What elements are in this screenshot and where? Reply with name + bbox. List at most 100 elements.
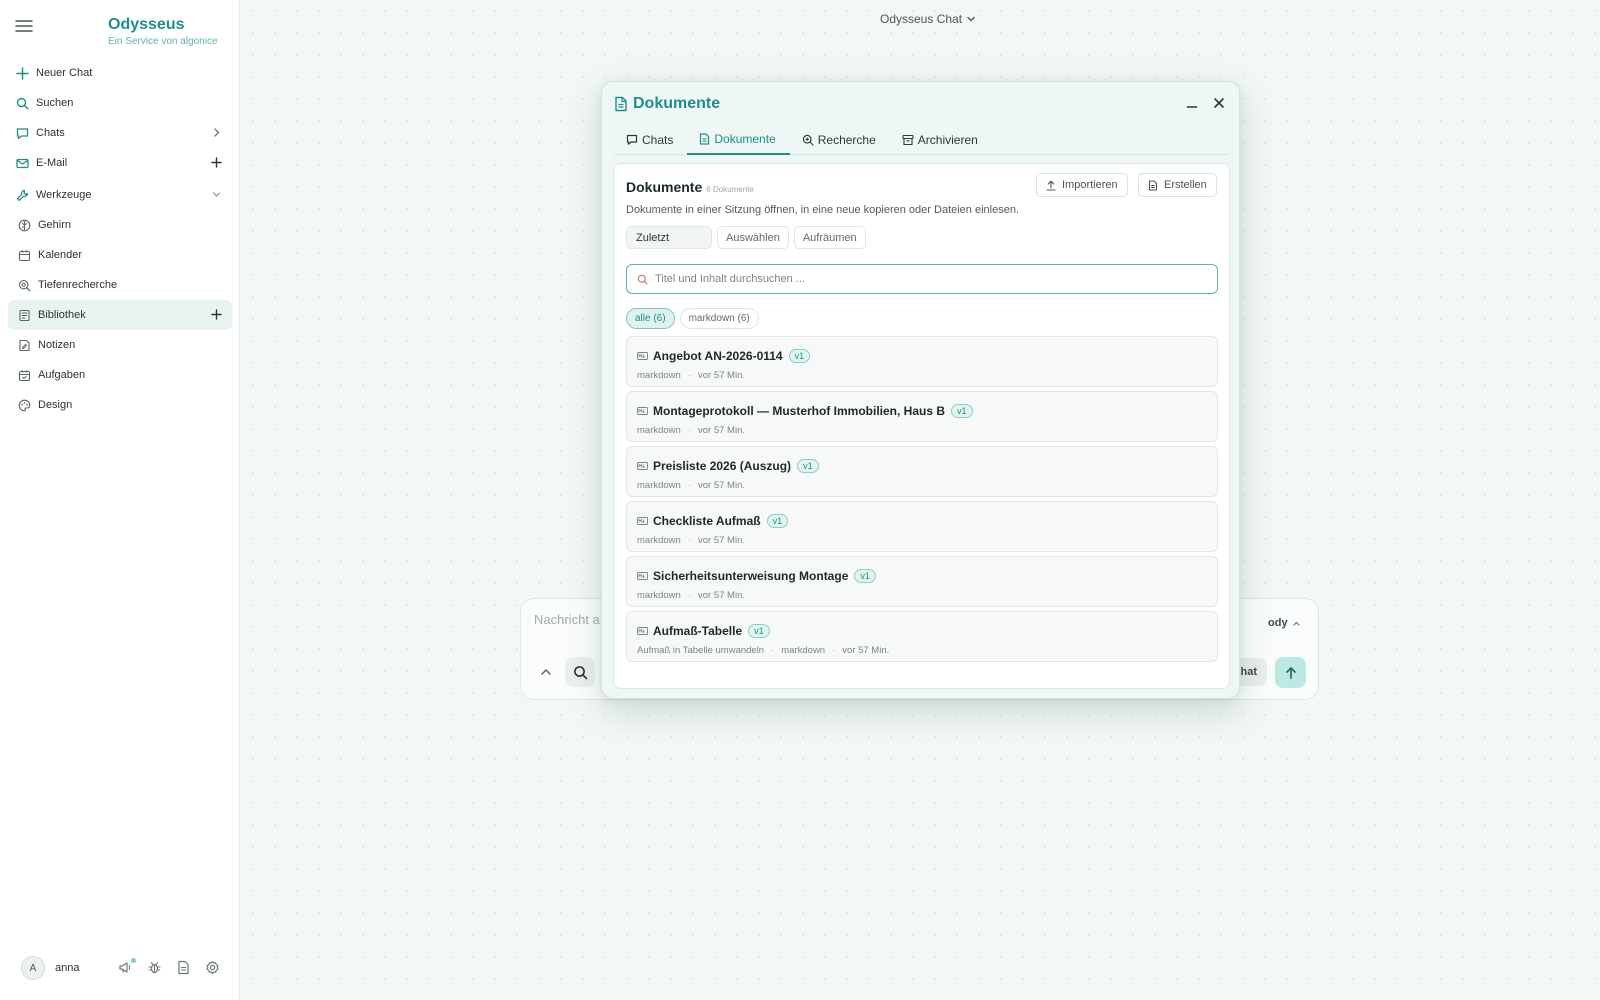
sidebar-item-design[interactable]: Design: [8, 390, 232, 420]
avatar[interactable]: A: [21, 956, 45, 980]
plus-icon[interactable]: [211, 157, 222, 168]
sidebar-item-chats[interactable]: Chats: [8, 118, 232, 148]
document-name: Montageprotokoll — Musterhof Immobilien,…: [653, 404, 946, 418]
markdown-icon: [637, 462, 648, 470]
composer-search-button[interactable]: [565, 657, 595, 687]
chat-bubble-icon: [626, 134, 638, 145]
search-zoom-icon: [802, 134, 814, 146]
sidebar-item-library[interactable]: Bibliothek: [8, 300, 232, 330]
tab-label: Dokumente: [714, 132, 776, 146]
sidebar: Odysseus Ein Service von algonice Neuer …: [0, 0, 240, 1000]
chevron-up-icon[interactable]: [539, 665, 553, 679]
sidebar-item-brain[interactable]: Gehirn: [8, 210, 232, 240]
document-title-row: Sicherheitsunterweisung Montage v1: [637, 569, 876, 583]
document-item[interactable]: Angebot AN-2026-0114 v1 markdown · vor 57…: [626, 336, 1218, 387]
search-icon: [573, 665, 587, 679]
document-title-row: Montageprotokoll — Musterhof Immobilien,…: [637, 404, 973, 418]
version-badge: v1: [748, 624, 770, 638]
document-search[interactable]: [626, 264, 1218, 294]
sidebar-item-label: Design: [38, 399, 73, 411]
menu-icon[interactable]: [15, 18, 33, 34]
chevron-down-icon: [967, 16, 975, 22]
tab-label: Archivieren: [917, 133, 978, 147]
tab-chats[interactable]: Chats: [614, 125, 687, 155]
chevron-right-icon[interactable]: [211, 127, 222, 138]
filter-chip-all[interactable]: alle (6): [626, 308, 675, 329]
sidebar-item-email[interactable]: E-Mail: [8, 148, 232, 178]
document-action: Aufmaß in Tabelle umwandeln: [637, 645, 765, 656]
document-count: 6 Dokumente: [706, 185, 754, 194]
sidebar-item-search[interactable]: Suchen: [8, 88, 232, 118]
search-input[interactable]: [655, 273, 1217, 285]
tab-research[interactable]: Recherche: [790, 125, 890, 155]
version-badge: v1: [854, 569, 876, 583]
document-name: Checkliste Aufmaß: [653, 514, 761, 528]
sort-select[interactable]: Zuletzt: [626, 226, 712, 249]
document-time: vor 57 Min.: [698, 370, 745, 381]
send-button[interactable]: [1275, 657, 1306, 688]
document-title-row: Checkliste Aufmaß v1: [637, 514, 789, 528]
message-input-placeholder[interactable]: Nachricht a: [534, 612, 600, 627]
chevron-up-icon: [1292, 621, 1300, 626]
sidebar-item-label: Bibliothek: [38, 309, 86, 321]
document-type: markdown: [637, 480, 681, 491]
sidebar-item-label: Notizen: [38, 339, 76, 351]
chat-bubble-icon: [16, 127, 29, 140]
create-label: Erstellen: [1164, 179, 1207, 191]
sidebar-item-label: Suchen: [36, 97, 74, 109]
document-item[interactable]: Sicherheitsunterweisung Montage v1 markd…: [626, 556, 1218, 607]
calendar-icon: [18, 249, 31, 262]
document-icon: [700, 133, 710, 145]
sidebar-item-new-chat[interactable]: Neuer Chat: [8, 58, 232, 88]
document-title-row: Aufmaß-Tabelle v1: [637, 624, 770, 638]
bug-icon[interactable]: [147, 960, 162, 975]
close-icon[interactable]: [1212, 96, 1226, 110]
document-item[interactable]: Aufmaß-Tabelle v1 Aufmaß in Tabelle umwa…: [626, 611, 1218, 662]
filter-chip-markdown[interactable]: markdown (6): [679, 308, 759, 329]
document-title-row: Preisliste 2026 (Auszug) v1: [637, 459, 819, 473]
document-item[interactable]: Checkliste Aufmaß v1 markdown · vor 57 Mi…: [626, 501, 1218, 552]
document-item[interactable]: Montageprotokoll — Musterhof Immobilien,…: [626, 391, 1218, 442]
select-button[interactable]: Auswählen: [717, 226, 789, 249]
sidebar-item-calendar[interactable]: Kalender: [8, 240, 232, 270]
notification-dot: [131, 958, 136, 963]
tab-documents[interactable]: Dokumente: [687, 125, 790, 155]
controls-row: Zuletzt Auswählen Aufräumen: [626, 226, 866, 249]
document-type: markdown: [637, 590, 681, 601]
sidebar-item-tools[interactable]: Werkzeuge: [8, 180, 232, 210]
modal-title-text: Dokumente: [633, 95, 721, 112]
sidebar-item-label: Tiefenrecherche: [38, 279, 118, 291]
brand[interactable]: Odysseus Ein Service von algonice: [108, 16, 218, 47]
sidebar-item-label: Kalender: [38, 249, 83, 261]
chevron-down-icon[interactable]: [211, 189, 222, 200]
tab-label: Chats: [642, 133, 674, 147]
wrench-icon: [16, 189, 29, 202]
sidebar-item-notes[interactable]: Notizen: [8, 330, 232, 360]
tab-archive[interactable]: Archivieren: [890, 125, 992, 155]
create-button[interactable]: Erstellen: [1138, 173, 1217, 197]
document-item[interactable]: Preisliste 2026 (Auszug) v1 markdown · vo…: [626, 446, 1218, 497]
search-icon: [16, 97, 29, 110]
panel-description: Dokumente in einer Sitzung öffnen, in ei…: [626, 204, 1020, 216]
tab-label: Recherche: [817, 133, 876, 147]
modal-title: Dokumente: [614, 95, 720, 113]
import-button[interactable]: Importieren: [1036, 173, 1128, 197]
deep-search-icon: [18, 279, 31, 292]
mail-icon: [16, 157, 29, 170]
sidebar-item-deep-research[interactable]: Tiefenrecherche: [8, 270, 232, 300]
document-icon[interactable]: [176, 960, 191, 975]
document-time: vor 57 Min.: [698, 535, 745, 546]
user-name[interactable]: anna: [55, 962, 79, 974]
version-badge: v1: [788, 349, 811, 363]
model-switcher[interactable]: Odysseus Chat: [880, 12, 976, 26]
gear-icon[interactable]: [205, 960, 220, 975]
plus-icon[interactable]: [211, 309, 222, 320]
tasks-icon: [18, 369, 31, 382]
panel-header: Dokumente 6 Dokumente: [626, 179, 754, 195]
sidebar-item-label: E-Mail: [36, 157, 68, 169]
cleanup-button[interactable]: Aufräumen: [793, 226, 866, 249]
minimize-icon[interactable]: [1185, 97, 1199, 111]
document-title-row: Angebot AN-2026-0114 v1: [637, 349, 811, 363]
model-selector[interactable]: ody: [1268, 617, 1301, 629]
sidebar-item-tasks[interactable]: Aufgaben: [8, 360, 232, 390]
